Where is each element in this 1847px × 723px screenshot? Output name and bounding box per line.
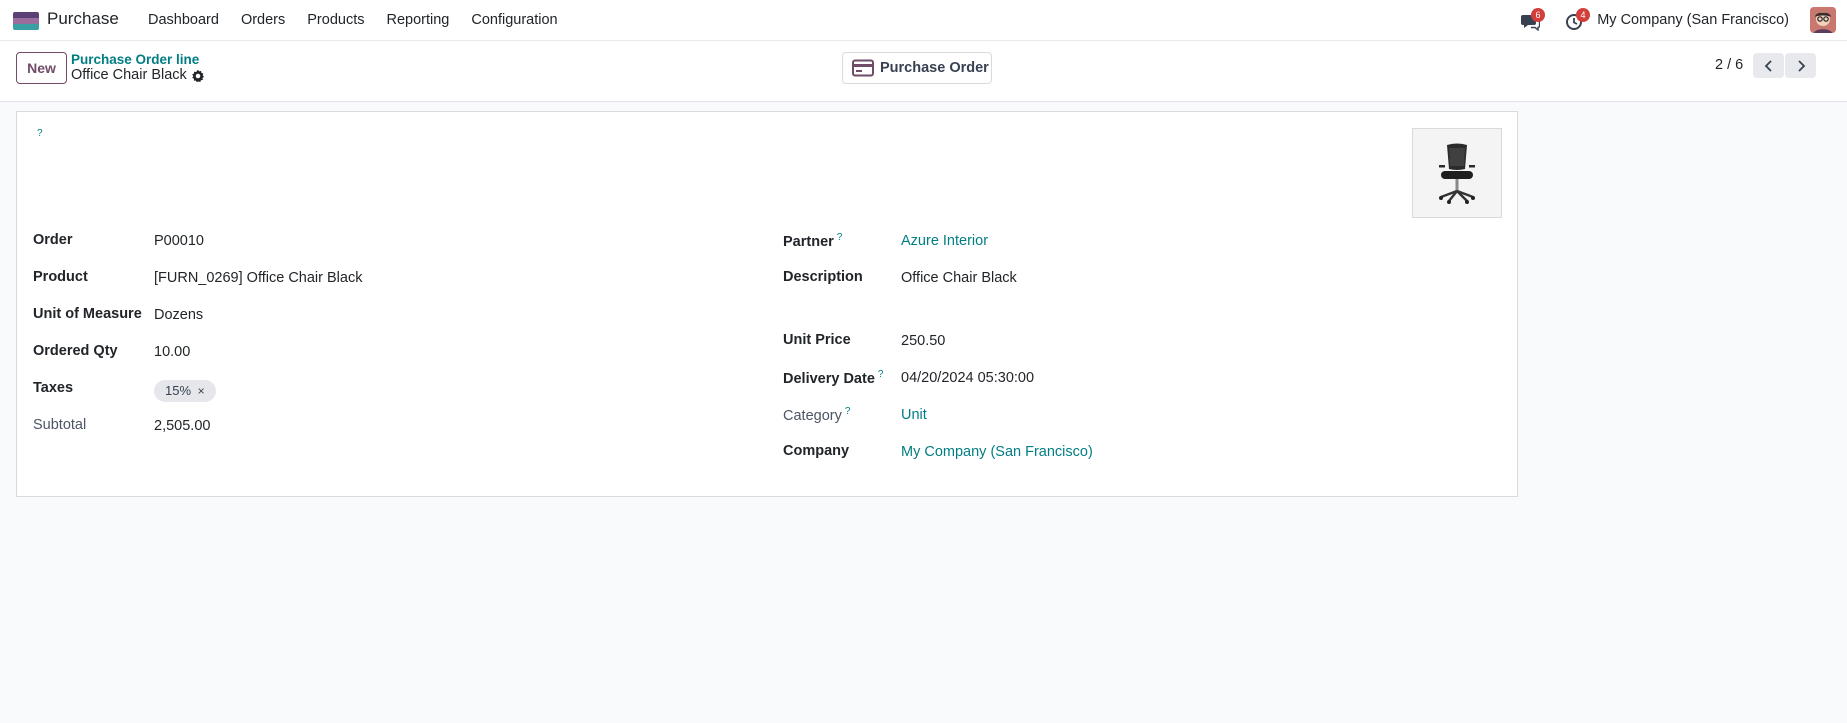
control-panel: New Purchase Order line Office Chair Bla… [0,41,1847,102]
menu-products[interactable]: Products [296,0,375,41]
category-value[interactable]: Unit [901,407,927,423]
subtotal-value: 2,505.00 [154,418,211,434]
order-value[interactable]: P00010 [154,233,204,249]
tax-tag-label: 15% [165,383,192,398]
pager-previous-button[interactable] [1753,53,1784,78]
purchase-app-icon[interactable] [13,12,39,30]
product-label: Product [33,269,88,285]
uom-value[interactable]: Dozens [154,307,203,323]
menu-orders[interactable]: Orders [230,0,296,41]
office-chair-image [1413,129,1501,217]
purchase-order-smart-button[interactable]: Purchase Order [842,52,992,84]
unit-price-value[interactable]: 250.50 [901,333,945,349]
delivery-date-value[interactable]: 04/20/2024 05:30:00 [901,370,1034,386]
partner-help-marker[interactable]: ? [837,232,843,243]
company-value[interactable]: My Company (San Francisco) [901,444,1093,460]
product-value[interactable]: [FURN_0269] Office Chair Black [154,270,362,286]
gear-icon[interactable] [191,69,205,83]
breadcrumb-parent-link[interactable]: Purchase Order line [71,52,199,67]
breadcrumb-current: Office Chair Black [71,67,187,83]
pager-next-button[interactable] [1785,53,1816,78]
new-button[interactable]: New [16,52,67,84]
ordered-qty-value[interactable]: 10.00 [154,344,190,360]
partner-value[interactable]: Azure Interior [901,233,988,249]
partner-label-text: Partner [783,233,834,250]
unit-price-label: Unit Price [783,332,851,348]
messages-count-badge: 6 [1531,8,1545,22]
menu-configuration[interactable]: Configuration [460,0,568,41]
main-menu: Dashboard Orders Products Reporting Conf… [137,0,569,41]
credit-card-icon [852,59,874,77]
pager-counter[interactable]: 2 / 6 [1715,57,1743,73]
description-label: Description [783,269,863,285]
delivery-date-help-marker[interactable]: ? [878,369,884,380]
chevron-left-icon [1764,59,1772,72]
delivery-date-label: Delivery Date? [783,369,883,387]
product-image[interactable] [1412,128,1502,218]
menu-reporting[interactable]: Reporting [376,0,461,41]
uom-label: Unit of Measure [33,306,142,322]
company-label: Company [783,443,850,459]
chevron-right-icon [1797,59,1805,72]
subtotal-label: Subtotal [33,417,87,433]
activities-count-badge: 4 [1576,8,1590,22]
top-navbar: Purchase Dashboard Orders Products Repor… [0,0,1847,41]
category-label-text: Category [783,407,842,424]
help-tooltip-marker[interactable]: ? [37,128,43,139]
remove-tag-icon[interactable]: × [198,384,205,398]
user-avatar[interactable] [1810,7,1836,33]
tax-tag[interactable]: 15% × [154,380,216,402]
partner-label: Partner? [783,232,842,250]
activities-button[interactable]: 4 [1565,8,1590,31]
user-avatar-icon [1810,7,1836,33]
category-label: Category? [783,406,850,424]
form-sheet: ? Order P00010 Product [FURN_0269] Offic… [16,111,1518,497]
company-switcher[interactable]: My Company (San Francisco) [1597,12,1789,28]
menu-dashboard[interactable]: Dashboard [137,0,230,41]
app-name[interactable]: Purchase [47,9,119,29]
description-value[interactable]: Office Chair Black [901,270,1017,286]
taxes-label: Taxes [33,380,74,396]
category-help-marker[interactable]: ? [845,406,851,417]
purchase-order-button-label: Purchase Order [880,60,989,76]
messages-button[interactable]: 6 [1520,8,1545,32]
ordered-qty-label: Ordered Qty [33,343,118,359]
order-label: Order [33,232,73,248]
delivery-date-label-text: Delivery Date [783,370,875,387]
